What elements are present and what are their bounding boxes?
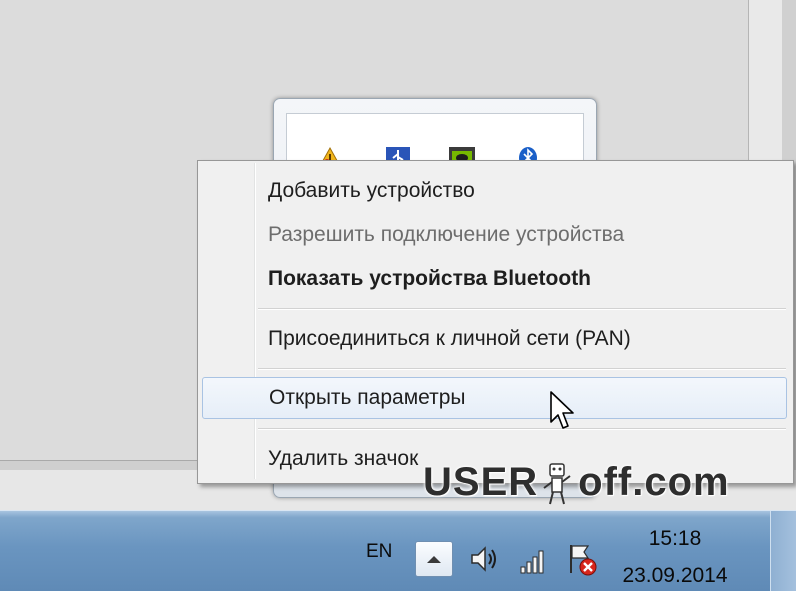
menu-separator: [258, 368, 786, 370]
menu-item-label: Удалить значок: [268, 447, 419, 470]
volume-icon[interactable]: [468, 543, 500, 575]
watermark-robot-icon: [538, 458, 578, 506]
menu-item-label: Показать устройства Bluetooth: [268, 267, 592, 290]
clock-date[interactable]: 23.09.2014: [600, 564, 750, 588]
show-hidden-icons-button[interactable]: [415, 541, 453, 577]
mouse-cursor-icon: [550, 391, 574, 429]
chevron-up-icon: [427, 556, 441, 563]
action-center-flag-icon[interactable]: [566, 543, 598, 577]
watermark-text-left: USER: [423, 459, 539, 504]
taskbar: EN 15:18 23.09.2014: [0, 510, 796, 591]
menu-item-allow-connection[interactable]: Разрешить подключение устройства: [202, 215, 787, 255]
watermark-text-right: off.com: [578, 459, 730, 504]
menu-item-show-bluetooth-devices[interactable]: Показать устройства Bluetooth: [202, 259, 787, 299]
menu-item-open-settings[interactable]: Открыть параметры: [202, 377, 787, 419]
clock-time[interactable]: 15:18: [600, 527, 750, 551]
language-indicator[interactable]: EN: [366, 541, 392, 563]
menu-item-join-pan[interactable]: Присоединиться к личной сети (PAN): [202, 319, 787, 359]
menu-item-label: Присоединиться к личной сети (PAN): [268, 327, 631, 350]
menu-item-add-device[interactable]: Добавить устройство: [202, 171, 787, 211]
menu-separator: [258, 308, 786, 310]
menu-item-label: Открыть параметры: [269, 386, 466, 409]
network-signal-icon[interactable]: [518, 545, 548, 575]
watermark-logo: USER off.com: [423, 458, 730, 506]
menu-separator: [258, 428, 786, 430]
bluetooth-context-menu: Добавить устройство Разрешить подключени…: [197, 160, 794, 484]
show-desktop-button[interactable]: [770, 511, 796, 591]
menu-item-label: Добавить устройство: [268, 179, 475, 202]
menu-item-label: Разрешить подключение устройства: [268, 223, 625, 246]
